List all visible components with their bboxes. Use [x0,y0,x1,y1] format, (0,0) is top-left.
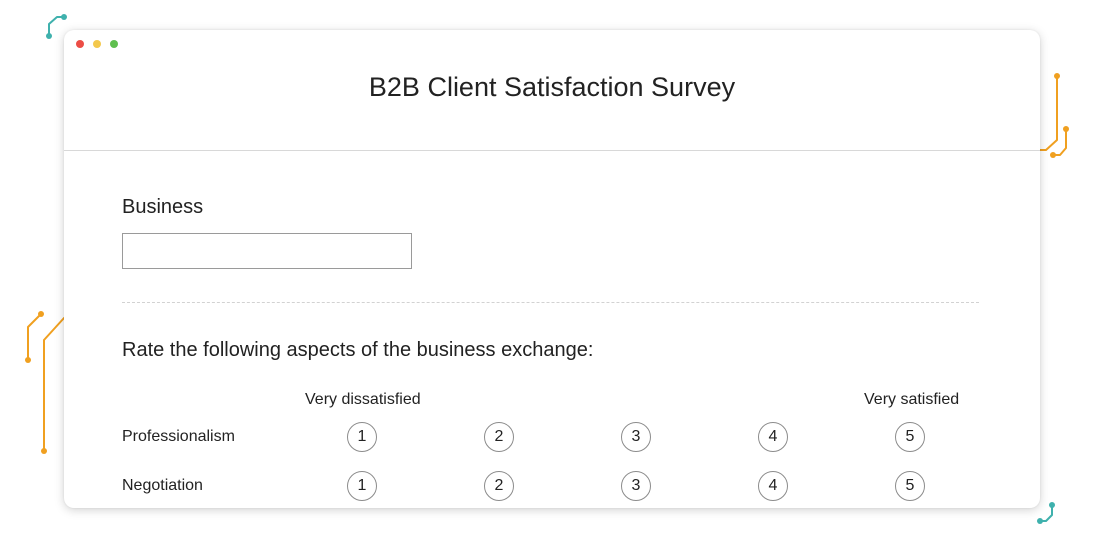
rating-option-3[interactable]: 3 [621,422,651,452]
business-input[interactable] [122,233,412,269]
survey-window: B2B Client Satisfaction Survey Business … [64,30,1040,508]
survey-title: B2B Client Satisfaction Survey [368,72,736,102]
rating-option-4[interactable]: 4 [758,422,788,452]
rating-row-label: Negotiation [122,477,203,494]
rating-option-2[interactable]: 2 [484,471,514,501]
rating-option-4[interactable]: 4 [758,471,788,501]
scale-high-label: Very satisfied [864,391,960,408]
survey-header: B2B Client Satisfaction Survey [64,30,1040,151]
section-divider [122,302,979,303]
rating-option-5[interactable]: 5 [895,422,925,452]
rating-option-1[interactable]: 1 [347,422,377,452]
rating-option-3[interactable]: 3 [621,471,651,501]
rating-option-1[interactable]: 1 [347,471,377,501]
scale-low-label: Very dissatisfied [305,391,421,408]
rating-question: Rate the following aspects of the busine… [122,339,594,361]
rating-option-2[interactable]: 2 [484,422,514,452]
rating-row-label: Professionalism [122,428,235,445]
rating-option-5[interactable]: 5 [895,471,925,501]
business-label: Business [122,196,204,218]
